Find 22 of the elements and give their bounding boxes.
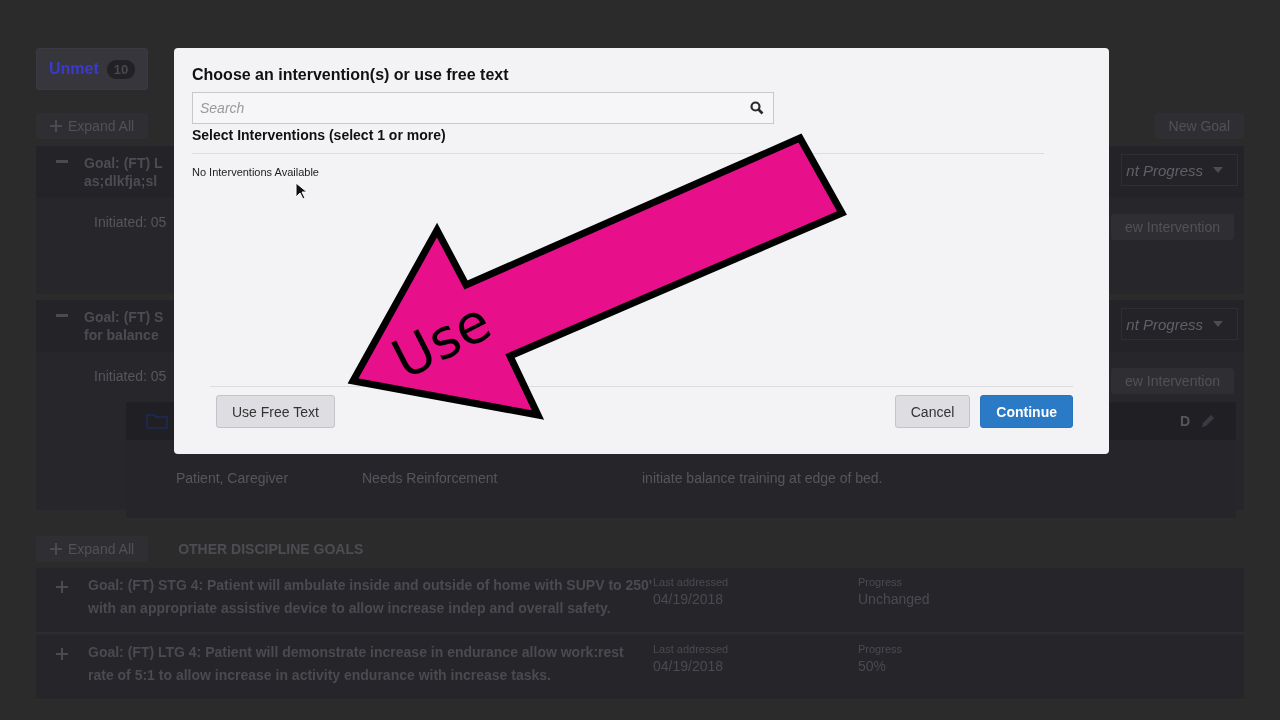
arrow-label: Use — [382, 289, 501, 392]
progress-dropdown[interactable]: nt Progress — [1121, 308, 1238, 340]
search-icon[interactable] — [750, 101, 764, 115]
column-header: D — [1179, 413, 1190, 429]
expand-icon[interactable] — [56, 648, 68, 660]
caret-icon — [1213, 167, 1223, 173]
folder-icon[interactable] — [146, 413, 168, 429]
use-free-text-button[interactable]: Use Free Text — [216, 395, 335, 428]
plus-icon[interactable] — [50, 120, 62, 132]
dialog-title: Choose an intervention(s) or use free text — [192, 66, 510, 84]
cursor-icon — [295, 182, 307, 200]
pencil-icon[interactable] — [1200, 413, 1216, 429]
collapse-icon[interactable] — [56, 160, 68, 164]
expand-icon[interactable] — [56, 581, 68, 593]
continue-button[interactable]: Continue — [980, 395, 1073, 428]
cancel-button[interactable]: Cancel — [894, 395, 971, 428]
search-field[interactable]: Search — [192, 92, 774, 124]
plus-icon[interactable] — [50, 543, 62, 555]
empty-message: No Interventions Available — [192, 166, 320, 178]
progress-dropdown[interactable]: nt Progress — [1121, 154, 1238, 186]
collapse-icon[interactable] — [56, 314, 68, 318]
caret-icon — [1213, 321, 1223, 327]
